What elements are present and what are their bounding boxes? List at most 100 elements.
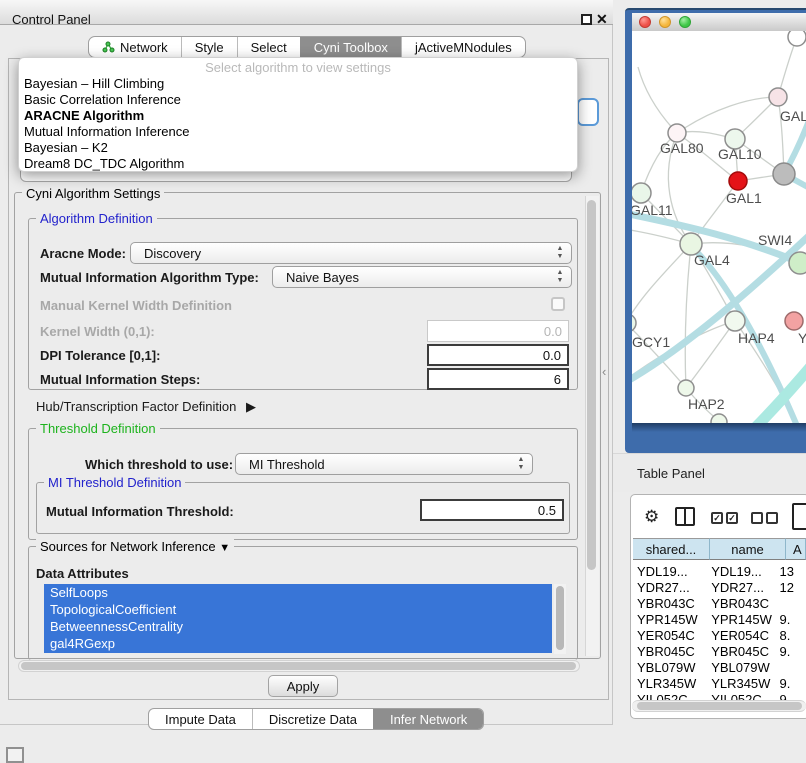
tab-network[interactable]: Network [89,37,181,57]
node-gal11[interactable] [632,183,651,203]
manual-kernel-label: Manual Kernel Width Definition [40,298,232,313]
settings-group-title: Cyni Algorithm Settings [22,186,164,201]
algorithm-option[interactable]: Bayesian – Hill Climbing [24,76,574,92]
node-swi4[interactable] [789,252,806,274]
tab-infer-network[interactable]: Infer Network [373,709,483,729]
node-gal-pink[interactable] [769,88,787,106]
panel-title: Control Panel [12,12,91,27]
table-row[interactable]: YER054CYER054C8. [631,628,806,644]
algorithm-option[interactable]: Mutual Information Inference [24,124,574,140]
mi-threshold-definition-title: MI Threshold Definition [44,475,185,490]
table-row[interactable]: YBL079WYBL079W [631,660,806,676]
list-item[interactable]: gal4RGexp [44,635,552,653]
algorithm-option-selected[interactable]: ARACNE Algorithm [24,108,574,124]
threshold-definition-title: Threshold Definition [36,421,160,436]
node-gray-hub[interactable] [773,163,795,185]
close-icon[interactable]: ✕ [596,11,608,28]
node-gal1-red[interactable] [729,172,747,190]
select-all-checkbox-icon[interactable]: ✓ [711,512,723,524]
list-item[interactable]: BetweennessCentrality [44,618,552,635]
algorithm-combobox-partial[interactable] [577,98,599,126]
node-label: GAL11 [632,202,673,218]
tab-impute-data[interactable]: Impute Data [149,709,252,729]
table-row[interactable]: YPR145WYPR145W9. [631,612,806,628]
kernel-width-label: Kernel Width (0,1): [40,324,155,339]
expanded-arrow-icon: ▼ [219,542,230,554]
spinner-arrows-icon: ▲▼ [515,456,527,472]
gear-icon[interactable]: ⚙ [644,507,659,527]
algorithm-option[interactable]: Basic Correlation Inference [24,92,574,108]
which-threshold-label: Which threshold to use: [85,457,233,472]
algorithm-dropdown-popup: Select algorithm to view settings Bayesi… [18,57,578,172]
node-label: GAL [780,108,806,124]
table-row[interactable]: YBR045CYBR045C9. [631,644,806,660]
apply-button[interactable]: Apply [268,675,338,697]
control-panel-titlebar [0,0,613,25]
network-graph: GAL GAL80 GAL10 GAL1 GAL11 GAL4 SWI4 HAP… [632,31,806,423]
tab-select[interactable]: Select [237,37,300,57]
minimize-traffic-light-icon[interactable] [659,16,671,28]
table-body: YDL19...YDL19...13 YDR27...YDR27...12 YB… [631,561,806,701]
dropdown-placeholder: Select algorithm to view settings [19,60,577,75]
column-layout-icon[interactable] [675,507,695,526]
node[interactable] [788,31,806,46]
collapsed-panel-icon[interactable] [6,747,24,763]
list-item[interactable]: SelfLoops [44,584,552,601]
settings-scrollbar-thumb[interactable] [587,200,596,570]
select-all-checkbox-icon[interactable]: ✓ [726,512,738,524]
document-icon[interactable] [792,503,806,530]
node-gcy1[interactable] [632,314,636,332]
algorithm-option[interactable]: Dream8 DC_TDC Algorithm [24,156,574,172]
tab-jactivemnodules[interactable]: jActiveMNodules [401,37,525,57]
network-window-titlebar[interactable] [632,13,806,31]
deselect-all-checkbox-icon[interactable] [766,512,778,524]
node-label: Y [798,330,806,346]
table-row[interactable]: YDL19...YDL19...13 [631,564,806,580]
manual-kernel-checkbox[interactable] [551,297,565,311]
deselect-all-checkbox-icon[interactable] [751,512,763,524]
spinner-arrows-icon: ▲▼ [554,269,566,285]
table-row[interactable]: YDR27...YDR27...12 [631,580,806,596]
hub-definition-toggle[interactable]: Hub/Transcription Factor Definition ▶ [36,399,256,415]
aracne-mode-combobox[interactable]: Discovery ▲▼ [130,242,572,264]
float-panel-icon[interactable] [581,14,592,25]
node-label: SWI4 [758,232,792,248]
table-panel-title: Table Panel [637,466,705,481]
node[interactable] [711,414,727,423]
tab-cyni-toolbox[interactable]: Cyni Toolbox [300,37,401,57]
mi-steps-label: Mutual Information Steps: [40,372,200,387]
table-row[interactable]: YBR043CYBR043C [631,596,806,612]
tab-network-label: Network [120,40,168,55]
column-header-partial[interactable]: A [786,538,806,560]
tab-discretize-data[interactable]: Discretize Data [252,709,373,729]
node-label: GAL4 [694,252,730,268]
dpi-tolerance-field[interactable]: 0.0 [427,344,569,366]
top-tab-bar: Network Style Select Cyni Toolbox jActiv… [88,36,526,58]
attributes-scrollbar-thumb[interactable] [556,586,564,650]
mi-algorithm-type-label: Mutual Information Algorithm Type: [40,270,259,285]
which-threshold-combobox[interactable]: MI Threshold ▲▼ [235,453,533,475]
mi-threshold-field[interactable]: 0.5 [420,499,564,521]
splitter-collapse-icon[interactable]: ‹ [602,364,606,379]
table-row[interactable]: YLR345WYLR345W9. [631,676,806,692]
mi-algorithm-type-combobox[interactable]: Naive Bayes ▲▼ [272,266,572,288]
table-hscrollbar-thumb[interactable] [637,702,802,710]
tab-style[interactable]: Style [181,37,237,57]
algorithm-option[interactable]: Bayesian – K2 [24,140,574,156]
zoom-traffic-light-icon[interactable] [679,16,691,28]
sources-group-title[interactable]: Sources for Network Inference ▼ [36,539,234,554]
settings-hscrollbar-thumb[interactable] [21,662,576,670]
algorithm-definition-title: Algorithm Definition [36,211,157,226]
node-y-pink[interactable] [785,312,803,330]
kernel-width-field[interactable]: 0.0 [427,320,569,342]
list-item[interactable]: TopologicalCoefficient [44,601,552,618]
mi-steps-field[interactable]: 6 [427,368,569,390]
network-canvas[interactable]: GAL GAL80 GAL10 GAL1 GAL11 GAL4 SWI4 HAP… [632,31,806,423]
canvas-inner-shadow [632,423,806,432]
network-icon [102,41,115,53]
column-header-name[interactable]: name [710,538,786,560]
node-hap2[interactable] [678,380,694,396]
column-header-shared-name[interactable]: shared... [633,538,710,560]
node-hap4[interactable] [725,311,745,331]
close-traffic-light-icon[interactable] [639,16,651,28]
